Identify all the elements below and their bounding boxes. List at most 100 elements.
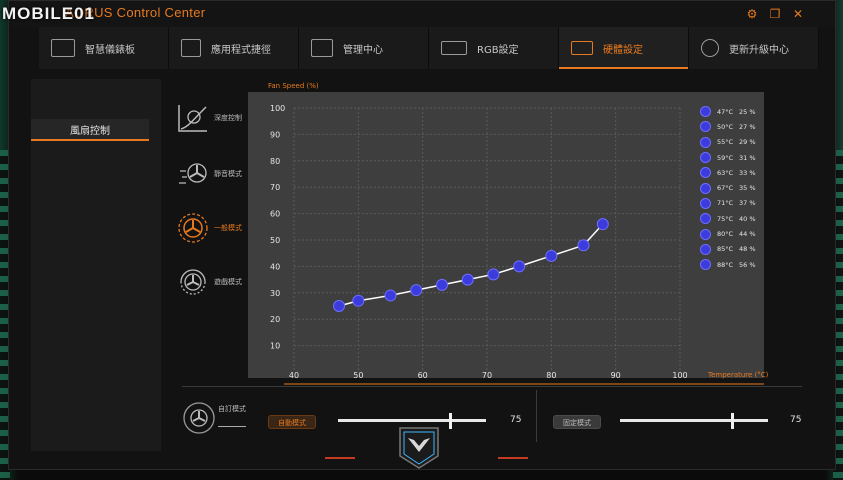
- fan-curve-point[interactable]: [513, 260, 526, 273]
- fixed-mode-value: 75: [790, 415, 802, 425]
- legend-row: 50°C 27 %: [700, 119, 762, 134]
- sidebar-item-fan-control[interactable]: 風扇控制: [31, 119, 149, 141]
- legend-row: 59°C 31 %: [700, 150, 762, 165]
- legend-row: 71°C 37 %: [700, 196, 762, 211]
- legend-speed: 48 %: [739, 245, 756, 254]
- main-tab-bar: 智慧儀錶板 應用程式捷徑 管理中心 RGB設定 硬體設定 更新升級中心: [39, 27, 819, 69]
- legend-temperature: 47°C: [717, 107, 734, 116]
- legend-point-icon[interactable]: [700, 213, 711, 225]
- fan-curve-legend: 47°C 25 % 50°C 27 % 55°C 29 % 59°C 31 % 63°C 33 %…: [700, 104, 762, 272]
- mode-label: 一般模式: [214, 224, 242, 232]
- auto-mode-button[interactable]: 自動模式: [268, 415, 316, 429]
- legend-temperature: 63°C: [717, 168, 734, 177]
- legend-speed: 44 %: [739, 230, 756, 239]
- legend-speed: 37 %: [739, 199, 756, 208]
- tab-management[interactable]: 管理中心: [299, 27, 429, 69]
- legend-point-icon[interactable]: [700, 167, 711, 179]
- app-shortcut-icon: [181, 39, 201, 57]
- fan-curve-point[interactable]: [461, 273, 474, 286]
- silent-fan-icon: [179, 163, 207, 184]
- tab-update-center[interactable]: 更新升級中心: [689, 27, 819, 69]
- mode-normal[interactable]: 一般模式: [176, 208, 254, 248]
- chart-x-axis-title: Temperature (°C): [708, 371, 769, 379]
- legend-temperature: 75°C: [717, 214, 734, 223]
- legend-point-icon[interactable]: [700, 182, 711, 194]
- fixed-mode-slider-thumb[interactable]: [731, 413, 734, 429]
- legend-speed: 29 %: [739, 138, 756, 147]
- chart-y-tick-label: 80: [270, 157, 280, 166]
- chart-y-tick-label: 50: [270, 236, 280, 245]
- chart-y-tick-label: 100: [270, 104, 285, 113]
- fixed-mode-slider[interactable]: [620, 413, 768, 429]
- tab-hardware-settings[interactable]: 硬體設定: [559, 27, 689, 69]
- custom-fan-icon: [183, 402, 215, 434]
- legend-temperature: 80°C: [717, 230, 734, 239]
- gaming-fan-icon: [180, 269, 206, 295]
- fan-curve-point[interactable]: [384, 289, 397, 302]
- fan-curve-point[interactable]: [435, 278, 448, 291]
- legend-speed: 31 %: [739, 153, 756, 162]
- update-icon: [701, 39, 719, 57]
- fan-curve-point[interactable]: [577, 239, 590, 252]
- mobile01-watermark: MOBILE01: [2, 4, 96, 23]
- chart-y-tick-label: 30: [270, 289, 280, 298]
- management-icon: [311, 39, 333, 57]
- fan-curve-point[interactable]: [596, 218, 609, 231]
- fan-curve-point[interactable]: [545, 249, 558, 262]
- auto-mode-slider-thumb[interactable]: [449, 413, 452, 429]
- mode-silent[interactable]: 靜音模式: [176, 154, 254, 194]
- chart-x-tick-label: 90: [611, 371, 621, 380]
- legend-row: 85°C 48 %: [700, 242, 762, 257]
- legend-row: 55°C 29 %: [700, 135, 762, 150]
- chart-y-tick-label: 60: [270, 210, 280, 219]
- fixed-mode-button[interactable]: 固定模式: [553, 415, 601, 429]
- tab-label: RGB設定: [477, 44, 519, 56]
- fan-curve-point[interactable]: [487, 268, 500, 281]
- settings-icon[interactable]: ⚙: [744, 6, 760, 22]
- chart-x-tick-label: 60: [418, 371, 428, 380]
- keyboard-icon: [441, 41, 467, 55]
- mode-gaming[interactable]: 遊戲模式: [176, 262, 254, 302]
- dashboard-icon: [51, 39, 75, 57]
- fan-curve-chart[interactable]: 40 50 60 70 80 90 100 10 20 30 40 50 60 70 80 90 100: [248, 92, 764, 385]
- legend-temperature: 85°C: [717, 245, 734, 254]
- close-icon[interactable]: ✕: [790, 6, 806, 22]
- footer-accent-right: [498, 457, 528, 459]
- legend-point-icon[interactable]: [700, 228, 711, 240]
- tab-label: 智慧儀錶板: [85, 44, 135, 56]
- legend-speed: 35 %: [739, 184, 756, 193]
- custom-mode-underline: [218, 426, 246, 427]
- legend-row: 80°C 44 %: [700, 226, 762, 241]
- restore-icon[interactable]: ❐: [767, 6, 783, 22]
- legend-point-icon[interactable]: [700, 136, 711, 148]
- tab-rgb[interactable]: RGB設定: [429, 27, 559, 69]
- section-vertical-divider: [536, 390, 537, 442]
- legend-point-icon[interactable]: [700, 106, 711, 118]
- tab-dashboard[interactable]: 智慧儀錶板: [39, 27, 169, 69]
- custom-mode-label: 自訂模式: [218, 405, 246, 413]
- chart-x-tick-label: 70: [482, 371, 492, 380]
- legend-point-icon[interactable]: [700, 152, 711, 164]
- chart-y-axis-title: Fan Speed (%): [268, 82, 319, 90]
- chart-y-tick-label: 90: [270, 130, 280, 139]
- tab-label: 應用程式捷徑: [211, 44, 271, 56]
- laptop-settings-icon: [571, 41, 593, 55]
- legend-temperature: 71°C: [717, 199, 734, 208]
- tab-app-shortcuts[interactable]: 應用程式捷徑: [169, 27, 299, 69]
- fan-curve-point[interactable]: [352, 294, 365, 307]
- legend-point-icon[interactable]: [700, 243, 711, 255]
- legend-point-icon[interactable]: [700, 259, 711, 271]
- section-divider: [182, 386, 802, 387]
- legend-point-icon[interactable]: [700, 197, 711, 209]
- footer-accent-left: [325, 457, 355, 459]
- mode-deep-control[interactable]: 深度控制: [176, 98, 254, 138]
- legend-point-icon[interactable]: [700, 121, 711, 133]
- legend-speed: 25 %: [739, 107, 756, 116]
- normal-fan-icon: [178, 213, 208, 243]
- fan-curve-point[interactable]: [410, 284, 423, 297]
- chart-x-tick-label: 40: [289, 371, 299, 380]
- auto-mode-slider[interactable]: [338, 413, 486, 429]
- auto-mode-value: 75: [510, 415, 522, 425]
- chart-y-tick-label: 10: [270, 342, 280, 351]
- fan-curve-point[interactable]: [333, 300, 346, 312]
